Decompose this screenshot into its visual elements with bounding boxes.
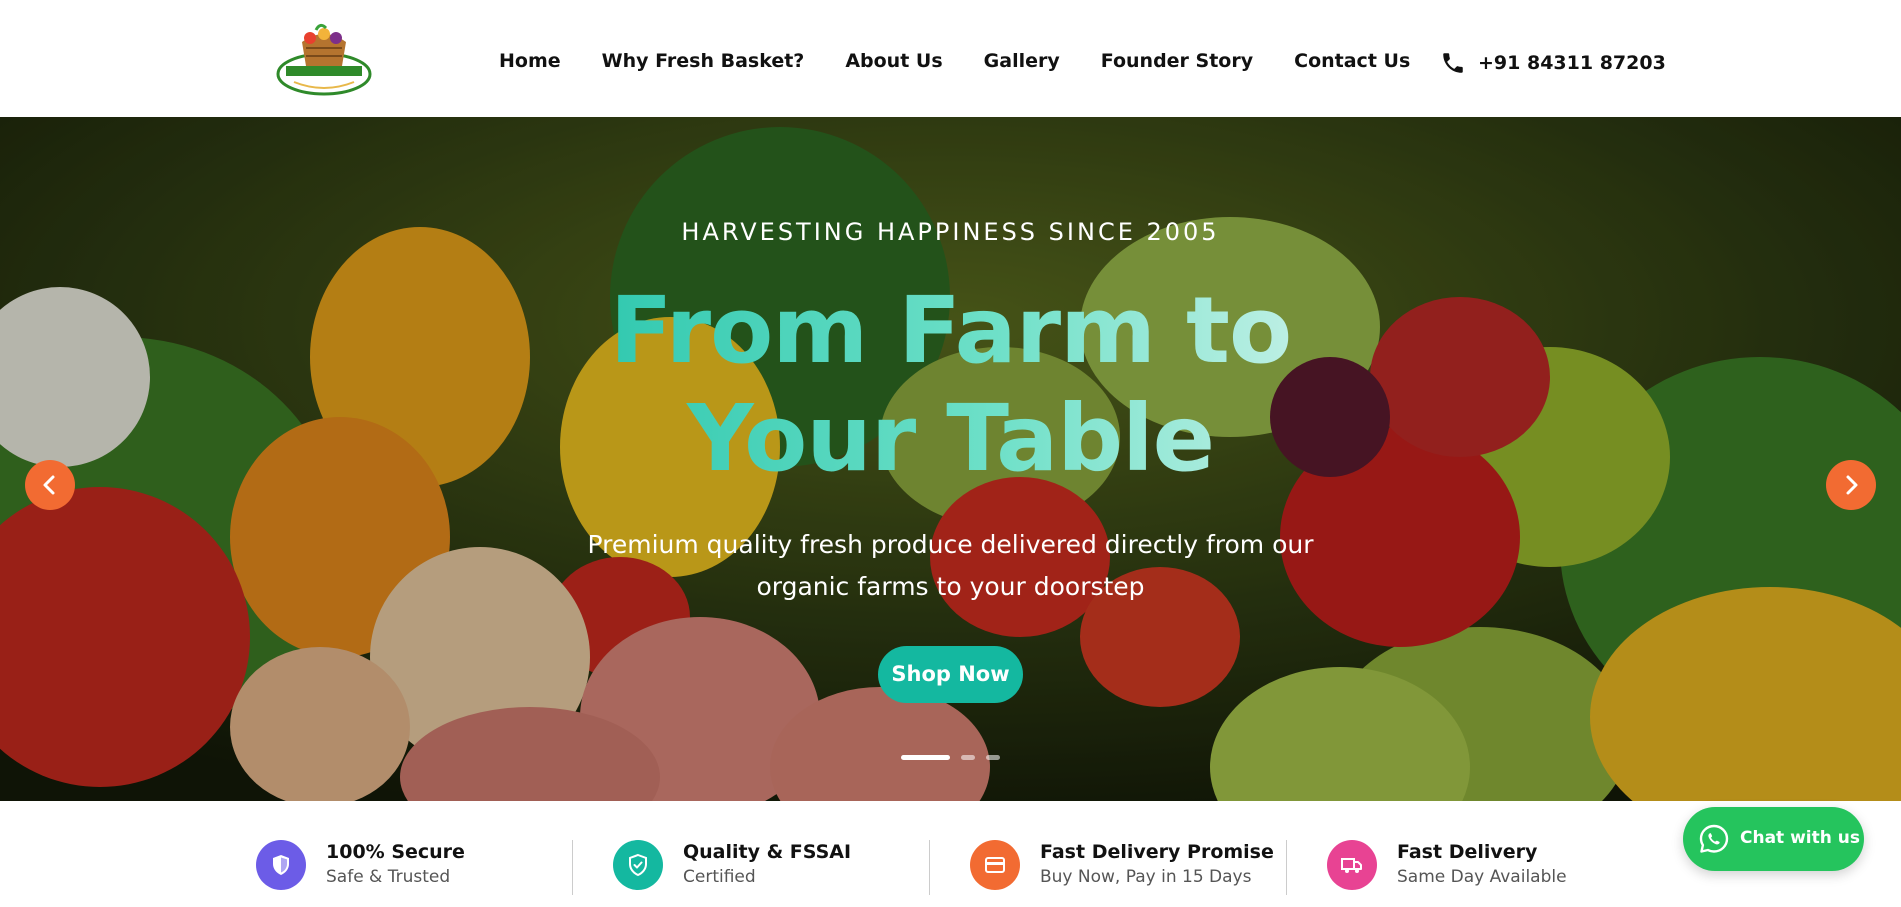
feature-icon-bg bbox=[970, 840, 1020, 890]
carousel-pagination bbox=[901, 755, 1011, 760]
hero-title: From Farm to Your Table bbox=[500, 277, 1401, 493]
hero-eyebrow: HARVESTING HAPPINESS SINCE 2005 bbox=[681, 218, 1220, 246]
nav-item-about-us[interactable]: About Us bbox=[845, 50, 942, 72]
carousel-next-button[interactable] bbox=[1826, 460, 1876, 510]
feature-title: Quality & FSSAI bbox=[683, 841, 852, 863]
carousel-prev-button[interactable] bbox=[25, 460, 75, 510]
feature-icon-bg bbox=[613, 840, 663, 890]
shop-now-button[interactable]: Shop Now bbox=[878, 646, 1023, 703]
brand-logo[interactable] bbox=[272, 22, 376, 96]
whatsapp-icon bbox=[1699, 824, 1729, 853]
feature-icon-bg bbox=[256, 840, 306, 890]
credit-card-icon bbox=[985, 857, 1005, 873]
shield-icon bbox=[273, 855, 289, 875]
chat-label: Chat with us bbox=[1740, 828, 1860, 848]
feature-title: 100% Secure bbox=[326, 841, 465, 863]
hero-carousel: HARVESTING HAPPINESS SINCE 2005 From Far… bbox=[0, 117, 1901, 801]
nav-item-contact-us[interactable]: Contact Us bbox=[1294, 50, 1410, 72]
phone-number: +91 84311 87203 bbox=[1478, 52, 1666, 74]
nav-item-why-fresh-basket[interactable]: Why Fresh Basket? bbox=[602, 50, 805, 72]
hero-subtitle: Premium quality fresh produce delivered … bbox=[587, 530, 1314, 601]
features-bar: 100% Secure Safe & Trusted Quality & FSS… bbox=[0, 801, 1901, 907]
nav-item-gallery[interactable]: Gallery bbox=[984, 50, 1060, 72]
feature-divider bbox=[572, 840, 573, 895]
feature-title: Fast Delivery Promise bbox=[1040, 841, 1274, 863]
feature-title: Fast Delivery bbox=[1397, 841, 1538, 863]
phone-icon bbox=[1443, 53, 1463, 73]
feature-subtitle: Safe & Trusted bbox=[326, 867, 451, 887]
feature-subtitle: Certified bbox=[683, 867, 756, 887]
carousel-dot-2[interactable] bbox=[961, 755, 975, 760]
chevron-right-icon bbox=[1846, 475, 1858, 495]
carousel-dot-1[interactable] bbox=[901, 755, 950, 760]
site-header: Home Why Fresh Basket? About Us Gallery … bbox=[0, 0, 1901, 117]
feature-subtitle: Buy Now, Pay in 15 Days bbox=[1040, 867, 1252, 887]
phone-link[interactable]: +91 84311 87203 bbox=[1440, 50, 1666, 76]
hero-content: HARVESTING HAPPINESS SINCE 2005 From Far… bbox=[0, 117, 1901, 801]
chevron-left-icon bbox=[43, 475, 55, 495]
badge-check-icon bbox=[629, 853, 647, 877]
carousel-dot-3[interactable] bbox=[986, 755, 1000, 760]
feature-divider bbox=[1286, 840, 1287, 895]
truck-icon bbox=[1341, 858, 1362, 873]
feature-divider bbox=[929, 840, 930, 895]
nav-item-home[interactable]: Home bbox=[499, 50, 561, 72]
chat-with-us-button[interactable]: Chat with us bbox=[1683, 807, 1864, 871]
main-nav: Home Why Fresh Basket? About Us Gallery … bbox=[499, 50, 1410, 72]
feature-subtitle: Same Day Available bbox=[1397, 867, 1567, 887]
feature-icon-bg bbox=[1327, 840, 1377, 890]
basket-logo-icon bbox=[276, 23, 372, 96]
nav-item-founder-story[interactable]: Founder Story bbox=[1101, 50, 1253, 72]
